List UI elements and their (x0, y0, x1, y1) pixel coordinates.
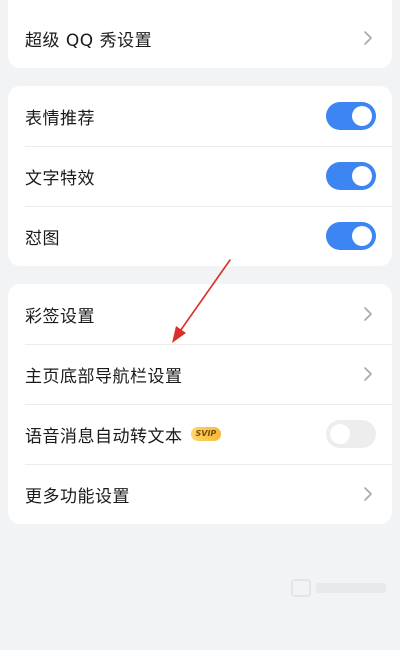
settings-item-label: 语音消息自动转文本 (25, 426, 183, 447)
settings-item-voice-to-text[interactable]: 语音消息自动转文本 SVIP (8, 404, 392, 464)
emoji-recommend-toggle[interactable] (326, 102, 376, 130)
settings-card-toggles: 表情推荐 文字特效 怼图 (8, 86, 392, 266)
settings-item-emoji-recommend[interactable]: 表情推荐 (8, 86, 392, 146)
reply-image-toggle[interactable] (326, 222, 376, 250)
settings-item-text-effects[interactable]: 文字特效 (8, 146, 392, 206)
text-effects-toggle[interactable] (326, 162, 376, 190)
toggle-knob (352, 226, 372, 246)
settings-item-label: 主页底部导航栏设置 (25, 366, 183, 387)
chevron-right-icon (364, 307, 372, 321)
watermark-logo (291, 579, 386, 597)
chevron-right-icon (364, 31, 372, 45)
svip-badge: SVIP (190, 427, 222, 441)
toggle-knob (352, 166, 372, 186)
chevron-right-icon (364, 367, 372, 381)
settings-item-reply-image[interactable]: 怼图 (8, 206, 392, 266)
settings-item-label: 超级 QQ 秀设置 (25, 30, 153, 51)
settings-item-label: 更多功能设置 (25, 486, 130, 507)
settings-item-label: 文字特效 (25, 168, 95, 189)
settings-card-more: 彩签设置 主页底部导航栏设置 语音消息自动转文本 SVIP 更多功能设置 (8, 284, 392, 524)
settings-item-more-features[interactable]: 更多功能设置 (8, 464, 392, 524)
settings-page: 超级 QQ 秀设置 表情推荐 文字特效 怼图 彩签设置 主页底部导航栏设置 语音… (0, 0, 400, 650)
settings-item-bottom-nav[interactable]: 主页底部导航栏设置 (8, 344, 392, 404)
settings-item-label: 表情推荐 (25, 108, 95, 129)
settings-item-label: 彩签设置 (25, 306, 95, 327)
settings-item-color-tag[interactable]: 彩签设置 (8, 284, 392, 344)
chevron-right-icon (364, 487, 372, 501)
toggle-knob (330, 424, 350, 444)
settings-item-label: 怼图 (25, 228, 60, 249)
toggle-knob (352, 106, 372, 126)
voice-to-text-toggle[interactable] (326, 420, 376, 448)
settings-card-qqshow: 超级 QQ 秀设置 (8, 0, 392, 68)
settings-item-qqshow[interactable]: 超级 QQ 秀设置 (8, 8, 392, 68)
